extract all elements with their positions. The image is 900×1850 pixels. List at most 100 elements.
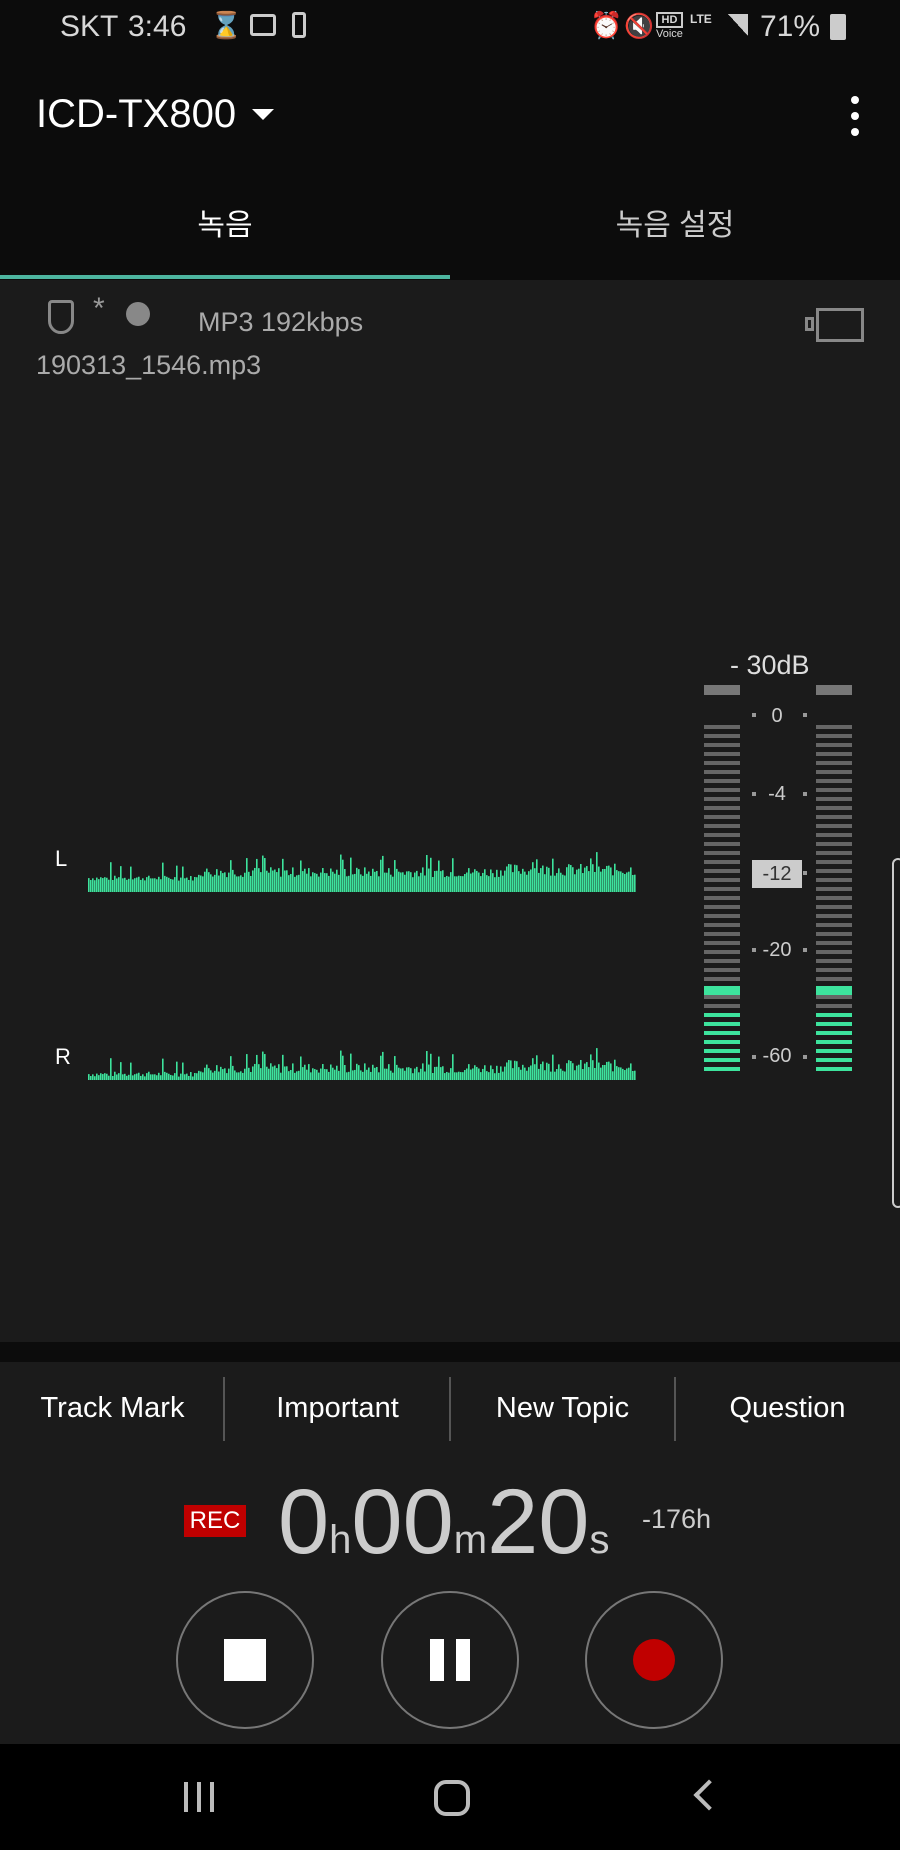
left-meter-segment xyxy=(704,860,740,864)
waveform-bar xyxy=(522,868,524,892)
left-meter-segment xyxy=(704,905,740,909)
waveform-bar xyxy=(350,1053,352,1080)
waveform-bar xyxy=(264,1054,266,1080)
waveform-bar xyxy=(262,855,264,892)
waveform-bar xyxy=(124,1073,126,1080)
waveform-bar xyxy=(254,867,256,892)
more-options-button[interactable] xyxy=(840,96,870,136)
right-meter-segment xyxy=(816,923,852,927)
waveform-bar xyxy=(592,864,594,892)
waveform-bar xyxy=(572,867,574,892)
waveform-bar xyxy=(376,870,378,892)
waveform-bar xyxy=(550,1071,552,1080)
waveform-bar xyxy=(196,877,198,892)
waveform-bar xyxy=(110,862,112,892)
new-topic-button[interactable]: New Topic xyxy=(450,1392,675,1425)
memory-icon xyxy=(48,300,74,334)
left-meter-segment xyxy=(704,842,740,846)
waveform-bar xyxy=(630,867,632,892)
question-button[interactable]: Question xyxy=(675,1392,900,1425)
waveform-bar xyxy=(570,1061,572,1080)
waveform-bar xyxy=(162,862,164,892)
left-meter-segment xyxy=(704,1031,740,1035)
recent-apps-button[interactable] xyxy=(184,1782,214,1812)
left-meter-segment xyxy=(704,851,740,855)
waveform-bar xyxy=(504,1066,506,1080)
waveform-bar xyxy=(620,1067,622,1080)
left-meter-segment xyxy=(704,1013,740,1017)
waveform-bar xyxy=(604,868,606,892)
scrollbar[interactable] xyxy=(892,858,900,1208)
waveform-bar xyxy=(184,1074,186,1080)
waveform-bar xyxy=(612,875,614,892)
waveform-bar xyxy=(526,1070,528,1080)
waveform-bar xyxy=(434,1066,436,1080)
waveform-bar xyxy=(396,868,398,892)
waveform-bar xyxy=(482,1068,484,1080)
vibrate-icon: 🔇 xyxy=(624,13,654,40)
waveform-bar xyxy=(290,873,292,892)
waveform-bar xyxy=(560,872,562,892)
waveform-bar xyxy=(162,1058,164,1080)
battery-level: 71% xyxy=(760,10,821,43)
scale-tick xyxy=(803,871,807,875)
waveform-bar xyxy=(306,1069,308,1080)
waveform-bar xyxy=(588,1067,590,1080)
left-meter-segment xyxy=(704,797,740,801)
stop-icon xyxy=(224,1639,266,1681)
right-meter-segment xyxy=(816,1013,852,1017)
waveform-bar xyxy=(310,876,312,892)
waveform-bar xyxy=(420,872,422,892)
waveform-bar xyxy=(380,1055,382,1080)
right-meter-segment xyxy=(816,950,852,954)
waveform-bar xyxy=(538,1068,540,1080)
important-button[interactable]: Important xyxy=(225,1392,450,1425)
waveform-bar xyxy=(574,874,576,892)
waveform-bar xyxy=(416,1066,418,1080)
right-meter-segment xyxy=(816,986,852,995)
waveform-bar xyxy=(218,875,220,892)
waveform-bar xyxy=(594,1067,596,1080)
waveform-bar xyxy=(444,877,446,892)
waveform-bar xyxy=(146,877,148,892)
right-meter-segment xyxy=(816,743,852,747)
right-meter-segment xyxy=(816,1031,852,1035)
waveform-bar xyxy=(508,1060,510,1080)
waveform-bar xyxy=(110,1058,112,1080)
waveform-bar xyxy=(398,871,400,892)
waveform-bar xyxy=(190,1072,192,1080)
waveform-bar xyxy=(384,872,386,892)
waveform-bar xyxy=(286,870,288,892)
back-button[interactable] xyxy=(693,1779,725,1811)
waveform-bar xyxy=(624,1070,626,1080)
waveform-bar xyxy=(428,1064,430,1080)
pause-icon xyxy=(430,1639,470,1681)
waveform-bar xyxy=(462,876,464,892)
record-button[interactable] xyxy=(585,1591,723,1729)
left-meter-segment xyxy=(704,977,740,981)
waveform-bar xyxy=(552,858,554,892)
waveform-bar xyxy=(144,880,146,892)
stop-button[interactable] xyxy=(176,1591,314,1729)
home-button[interactable] xyxy=(434,1780,470,1816)
waveform-bar xyxy=(166,1072,168,1080)
track-mark-button[interactable]: Track Mark xyxy=(0,1392,225,1425)
waveform-bar xyxy=(94,880,96,892)
scale-minus-12-selected[interactable]: -12 xyxy=(752,860,802,888)
waveform-bar xyxy=(534,868,536,892)
waveform-bar xyxy=(180,877,182,892)
left-meter-segment xyxy=(704,869,740,873)
tab-record-settings[interactable]: 녹음 설정 xyxy=(450,200,900,244)
waveform-bar xyxy=(194,1072,196,1080)
waveform-bar xyxy=(198,1070,200,1080)
waveform-bar xyxy=(336,869,338,892)
waveform-bar xyxy=(460,876,462,892)
pause-button[interactable] xyxy=(381,1591,519,1729)
waveform-bar xyxy=(188,879,190,892)
tab-record[interactable]: 녹음 xyxy=(0,200,450,244)
waveform-bar xyxy=(576,869,578,892)
waveform-bar xyxy=(398,1067,400,1080)
rec-badge: REC xyxy=(184,1505,246,1537)
waveform-bar xyxy=(324,873,326,892)
device-selector[interactable]: ICD-TX800 xyxy=(36,92,275,137)
